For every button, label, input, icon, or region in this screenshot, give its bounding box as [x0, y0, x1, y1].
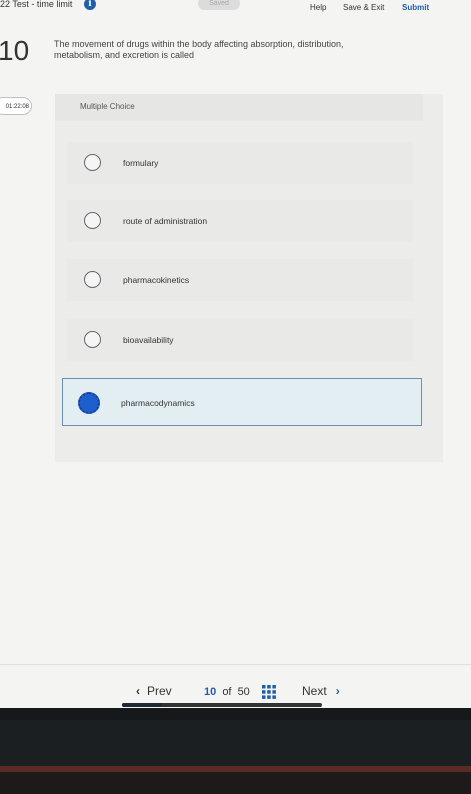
info-icon[interactable]: i: [84, 0, 96, 10]
answer-panel: Multiple Choice formulary route of admin…: [55, 94, 443, 462]
current-page: 10: [204, 686, 217, 698]
question-number: 10: [0, 35, 30, 66]
radio-button[interactable]: [84, 212, 101, 229]
question-text: The movement of drugs within the body af…: [54, 39, 344, 60]
radio-button[interactable]: [84, 271, 101, 288]
footer-divider: [0, 664, 471, 665]
option-bioavailability[interactable]: bioavailability: [67, 319, 413, 361]
option-label: formulary: [123, 158, 159, 168]
radio-button[interactable]: [84, 331, 101, 348]
panel-header: Multiple Choice: [55, 94, 423, 121]
chevron-left-icon: ‹: [136, 684, 140, 698]
option-pharmacodynamics[interactable]: pharmacodynamics: [62, 378, 422, 426]
chevron-right-icon: ›: [335, 684, 340, 698]
next-label: Next: [302, 684, 327, 698]
device-bezel: [0, 708, 471, 794]
option-label: pharmacokinetics: [123, 275, 190, 285]
prev-label: Prev: [147, 684, 172, 698]
progress-fill: [122, 703, 162, 707]
save-exit-link[interactable]: Save & Exit: [343, 3, 384, 12]
prev-button[interactable]: ‹ Prev: [136, 684, 172, 698]
radio-button-selected[interactable]: [78, 392, 100, 414]
grid-icon[interactable]: [262, 685, 276, 699]
test-title: 22 Test - time limit: [0, 0, 73, 9]
question-type-label: Multiple Choice: [80, 102, 135, 111]
help-link[interactable]: Help: [310, 3, 326, 12]
option-formulary[interactable]: formulary: [67, 142, 413, 184]
option-label: bioavailability: [123, 335, 174, 345]
saved-status-badge: Saved: [198, 0, 240, 10]
of-label: of: [222, 686, 232, 698]
next-button[interactable]: Next ›: [302, 684, 340, 698]
option-route-of-administration[interactable]: route of administration: [67, 200, 413, 242]
radio-button[interactable]: [84, 154, 101, 171]
timer-badge: 01:22:08: [0, 97, 32, 115]
submit-link[interactable]: Submit: [402, 3, 429, 12]
option-label: pharmacodynamics: [121, 398, 195, 408]
page-indicator: 10 of 50: [204, 686, 250, 698]
total-pages: 50: [237, 686, 250, 698]
progress-bar: [122, 703, 322, 707]
option-label: route of administration: [123, 216, 208, 226]
top-bar: 22 Test - time limit i Saved Help Save &…: [0, 0, 471, 18]
option-pharmacokinetics[interactable]: pharmacokinetics: [67, 259, 413, 301]
